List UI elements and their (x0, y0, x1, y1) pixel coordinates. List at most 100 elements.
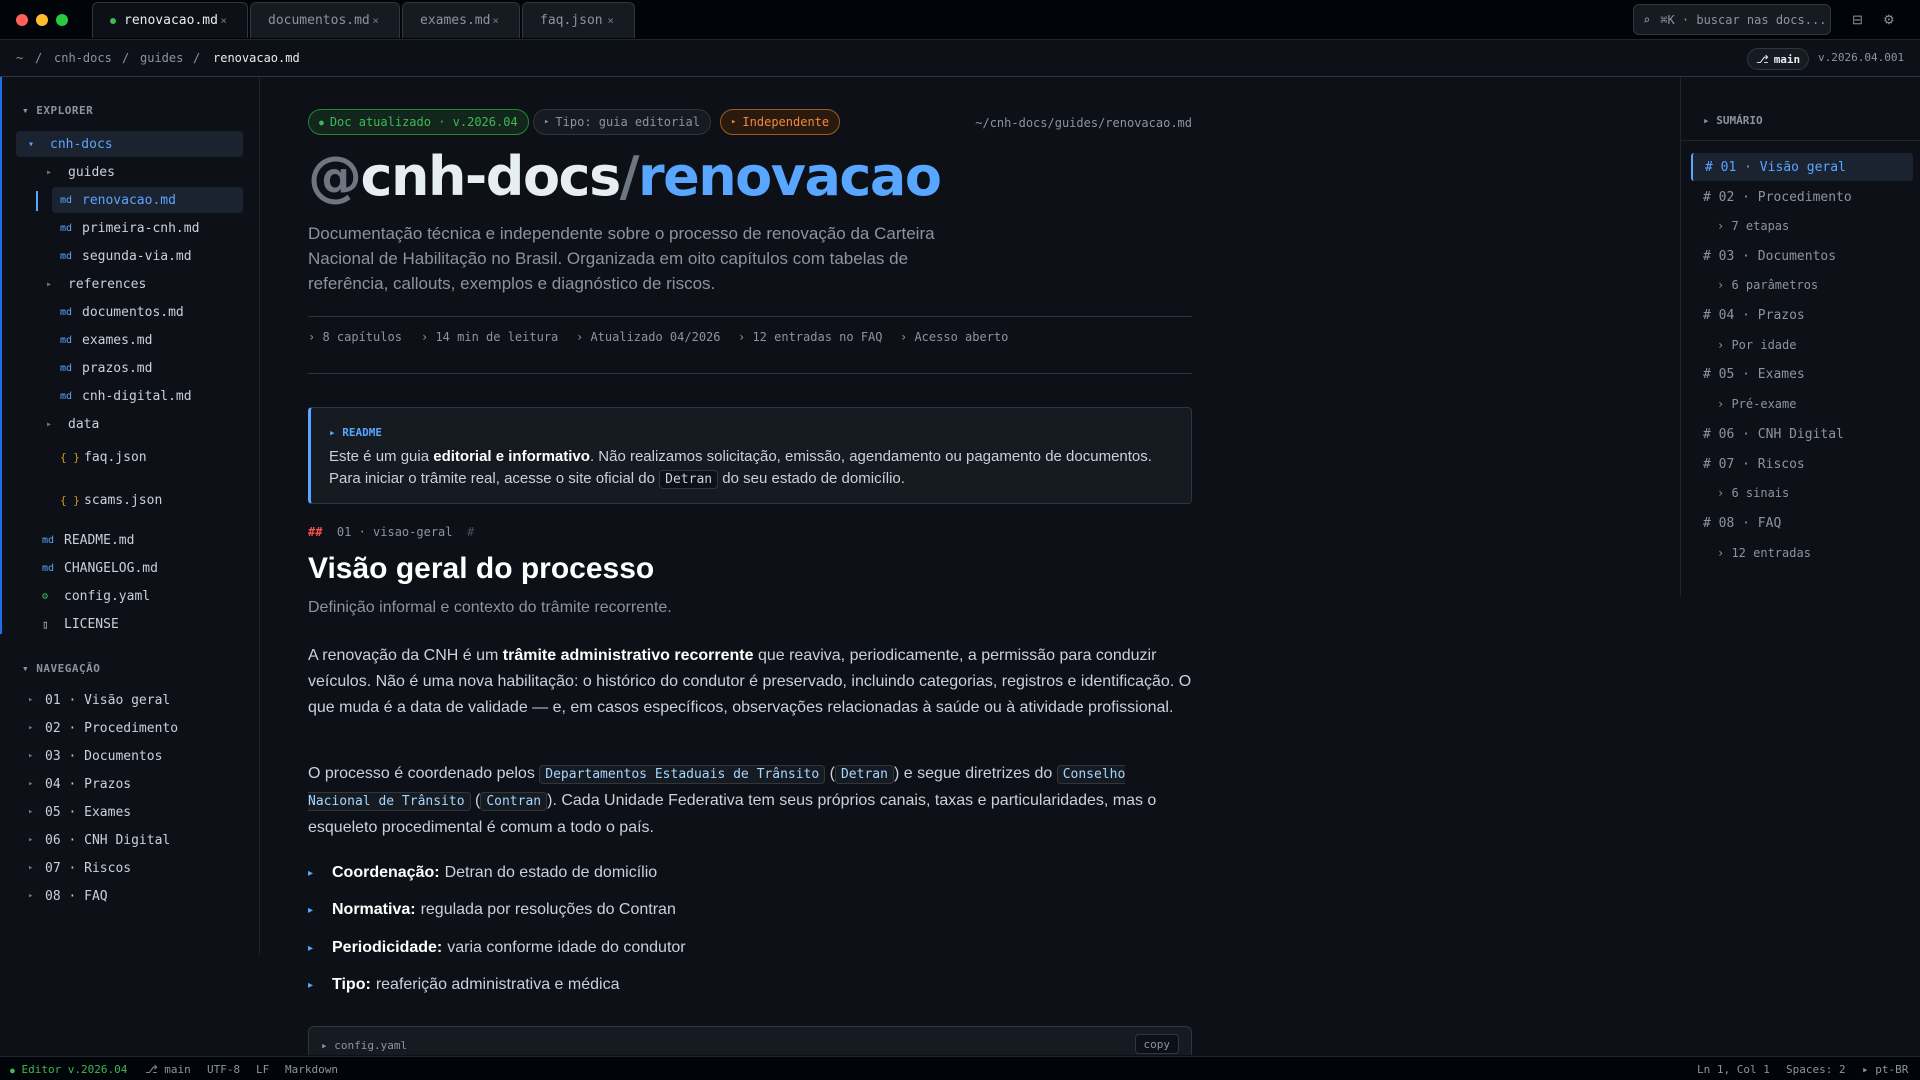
breadcrumb-item[interactable]: cnh-docs (54, 51, 112, 65)
tree-file-changelog[interactable]: md CHANGELOG.md (42, 555, 158, 581)
tree-label: scams.json (84, 492, 163, 508)
nav-item-cnh-digital[interactable]: ▸ 06 · CNH Digital (28, 828, 170, 852)
toc-item-prazos[interactable]: # 04 · Prazos (1691, 301, 1913, 329)
section-subtitle: Definição informal e contexto do trâmite… (308, 599, 672, 616)
chevron-right-icon: ▸ (28, 723, 34, 733)
nav-label: 08 · FAQ (45, 888, 108, 904)
status-cursor-position[interactable]: Ln 1, Col 1 (1697, 1063, 1770, 1076)
toc-subitem[interactable]: › Por idade (1717, 331, 1907, 359)
breadcrumb-home[interactable]: ~ (16, 51, 23, 65)
tree-file-segunda-via[interactable]: md segunda-via.md (60, 243, 192, 269)
toc-item-cnh-digital[interactable]: # 06 · CNH Digital (1691, 420, 1913, 448)
toc-subitem[interactable]: › Pré-exame (1717, 390, 1907, 418)
status-indentation[interactable]: Spaces: 2 (1786, 1063, 1846, 1076)
tree-file-faq-json[interactable]: { } faq.json (60, 439, 147, 475)
toc-item-procedimento[interactable]: # 02 · Procedimento (1691, 183, 1913, 211)
nav-item-documentos[interactable]: ▸ 03 · Documentos (28, 744, 162, 768)
tree-file-readme[interactable]: md README.md (42, 527, 134, 553)
tree-file-primeira-cnh[interactable]: md primeira-cnh.md (60, 215, 199, 241)
tree-label: cnh-digital.md (82, 388, 192, 404)
toc-item-riscos[interactable]: # 07 · Riscos (1691, 450, 1913, 478)
tree-folder-data[interactable]: ▸ data (46, 411, 99, 437)
code-block: ▸ config.yaml copy (308, 1026, 1192, 1055)
status-encoding[interactable]: UTF-8 (207, 1063, 240, 1076)
search-input[interactable]: ⌕ ⌘K · buscar nas docs... (1633, 4, 1831, 35)
tab-faq[interactable]: faq.json × (522, 2, 635, 38)
toc-item-faq[interactable]: # 08 · FAQ (1691, 509, 1913, 537)
branch-badge[interactable]: ⎇ main (1747, 48, 1810, 70)
tree-file-prazos[interactable]: md prazos.md (60, 355, 152, 381)
bullet-icon: ▸ (308, 867, 314, 879)
tree-file-license[interactable]: ▯ LICENSE (42, 611, 119, 637)
tree-folder-references[interactable]: ▸ references (46, 271, 146, 297)
nav-item-prazos[interactable]: ▸ 04 · Prazos (28, 772, 131, 796)
bullet-icon: ▸ (308, 979, 314, 991)
toc-item-exames[interactable]: # 05 · Exames (1691, 360, 1913, 388)
nav-item-visao-geral[interactable]: ▸ 01 · Visão geral (28, 688, 170, 712)
tree-label: guides (68, 164, 115, 180)
close-icon[interactable]: × (372, 14, 379, 27)
tree-folder-guides[interactable]: ▸ guides (46, 159, 115, 185)
chevron-right-icon: ▸ (28, 779, 34, 789)
tab-exames[interactable]: exames.md × (402, 2, 520, 38)
tree-file-documentos[interactable]: md documentos.md (60, 299, 184, 325)
status-language[interactable]: Markdown (285, 1063, 338, 1076)
branch-icon: ⎇ (1756, 52, 1769, 66)
document-content: ● Doc atualizado · v.2026.04 ▸ Tipo: gui… (308, 77, 1192, 1055)
table-of-contents: ▸ SUMÁRIO # 01 · Visão geral # 02 · Proc… (1680, 77, 1920, 597)
status-locale[interactable]: ▸ pt-BR (1862, 1063, 1908, 1076)
nav-label: 02 · Procedimento (45, 720, 179, 736)
chevron-right-icon: ▸ (28, 751, 34, 761)
toc-subitem[interactable]: › 12 entradas (1717, 539, 1907, 567)
status-eol[interactable]: LF (256, 1063, 269, 1076)
readme-callout: ▸ README Este é um guia editorial e info… (308, 407, 1192, 504)
list-item: ▸ Periodicidade: varia conforme idade do c… (308, 939, 686, 956)
paragraph: A renovação da CNH é um trâmite administ… (308, 647, 1192, 716)
json-file-icon: { } (60, 493, 80, 507)
breadcrumb-current: renovacao.md (213, 51, 300, 65)
tab-renovacao[interactable]: renovacao.md × (92, 2, 248, 38)
tree-file-scams-json[interactable]: { } scams.json (60, 482, 162, 518)
copy-button[interactable]: copy (1134, 1034, 1179, 1054)
window-close-button[interactable] (16, 14, 28, 26)
tree-label: primeira-cnh.md (82, 220, 200, 236)
nav-item-riscos[interactable]: ▸ 07 · Riscos (28, 856, 131, 880)
toc-subitem[interactable]: › 7 etapas (1717, 212, 1907, 240)
tree-label: cnh-docs (50, 136, 113, 152)
markdown-file-icon: md (60, 362, 73, 374)
chevron-right-icon: ▸ (28, 863, 34, 873)
anchor-link-icon[interactable]: # (467, 525, 474, 539)
toc-item-documentos[interactable]: # 03 · Documentos (1691, 242, 1913, 270)
layout-icon[interactable]: ⊟ (1852, 12, 1863, 28)
json-file-icon: { } (60, 450, 80, 464)
breadcrumb-item[interactable]: guides (140, 51, 183, 65)
meta-reading-time: › 14 min de leitura (421, 330, 559, 344)
toc-item-visao-geral[interactable]: # 01 · Visão geral (1691, 153, 1913, 181)
status-bar: ● Editor v.2026.04 ⎇ main UTF-8 LF Markd… (0, 1056, 1920, 1080)
nav-item-faq[interactable]: ▸ 08 · FAQ (28, 884, 108, 908)
status-branch[interactable]: ⎇ main (145, 1063, 191, 1076)
tree-file-renovacao[interactable]: md renovacao.md (52, 187, 243, 213)
tree-folder-cnh-docs[interactable]: ▾ cnh-docs (16, 131, 243, 157)
tree-file-exames[interactable]: md exames.md (60, 327, 152, 353)
toc-title: ▸ SUMÁRIO (1703, 114, 1763, 127)
window-maximize-button[interactable] (56, 14, 68, 26)
toc-subitem[interactable]: › 6 parâmetros (1717, 271, 1907, 299)
chevron-right-icon: ▸ (46, 418, 53, 430)
close-icon[interactable]: × (220, 14, 227, 27)
nav-item-procedimento[interactable]: ▸ 02 · Procedimento (28, 716, 178, 740)
nav-item-exames[interactable]: ▸ 05 · Exames (28, 800, 131, 824)
toc-subitem[interactable]: › 6 sinais (1717, 479, 1907, 507)
close-icon[interactable]: × (607, 14, 614, 27)
breadcrumb-separator: / (35, 51, 43, 65)
tree-file-cnh-digital[interactable]: md cnh-digital.md (60, 383, 192, 409)
gear-icon[interactable]: ⚙ (1883, 12, 1895, 28)
page-title: @cnh-docs/renovacao (308, 145, 942, 208)
tree-file-config[interactable]: ⚙ config.yaml (42, 583, 150, 609)
window-minimize-button[interactable] (36, 14, 48, 26)
tab-documentos[interactable]: documentos.md × (250, 2, 400, 38)
chevron-right-icon: ▸ (28, 891, 34, 901)
close-icon[interactable]: × (492, 14, 499, 27)
editor-status[interactable]: ● Editor v.2026.04 (10, 1063, 127, 1076)
nav-label: 03 · Documentos (45, 748, 163, 764)
